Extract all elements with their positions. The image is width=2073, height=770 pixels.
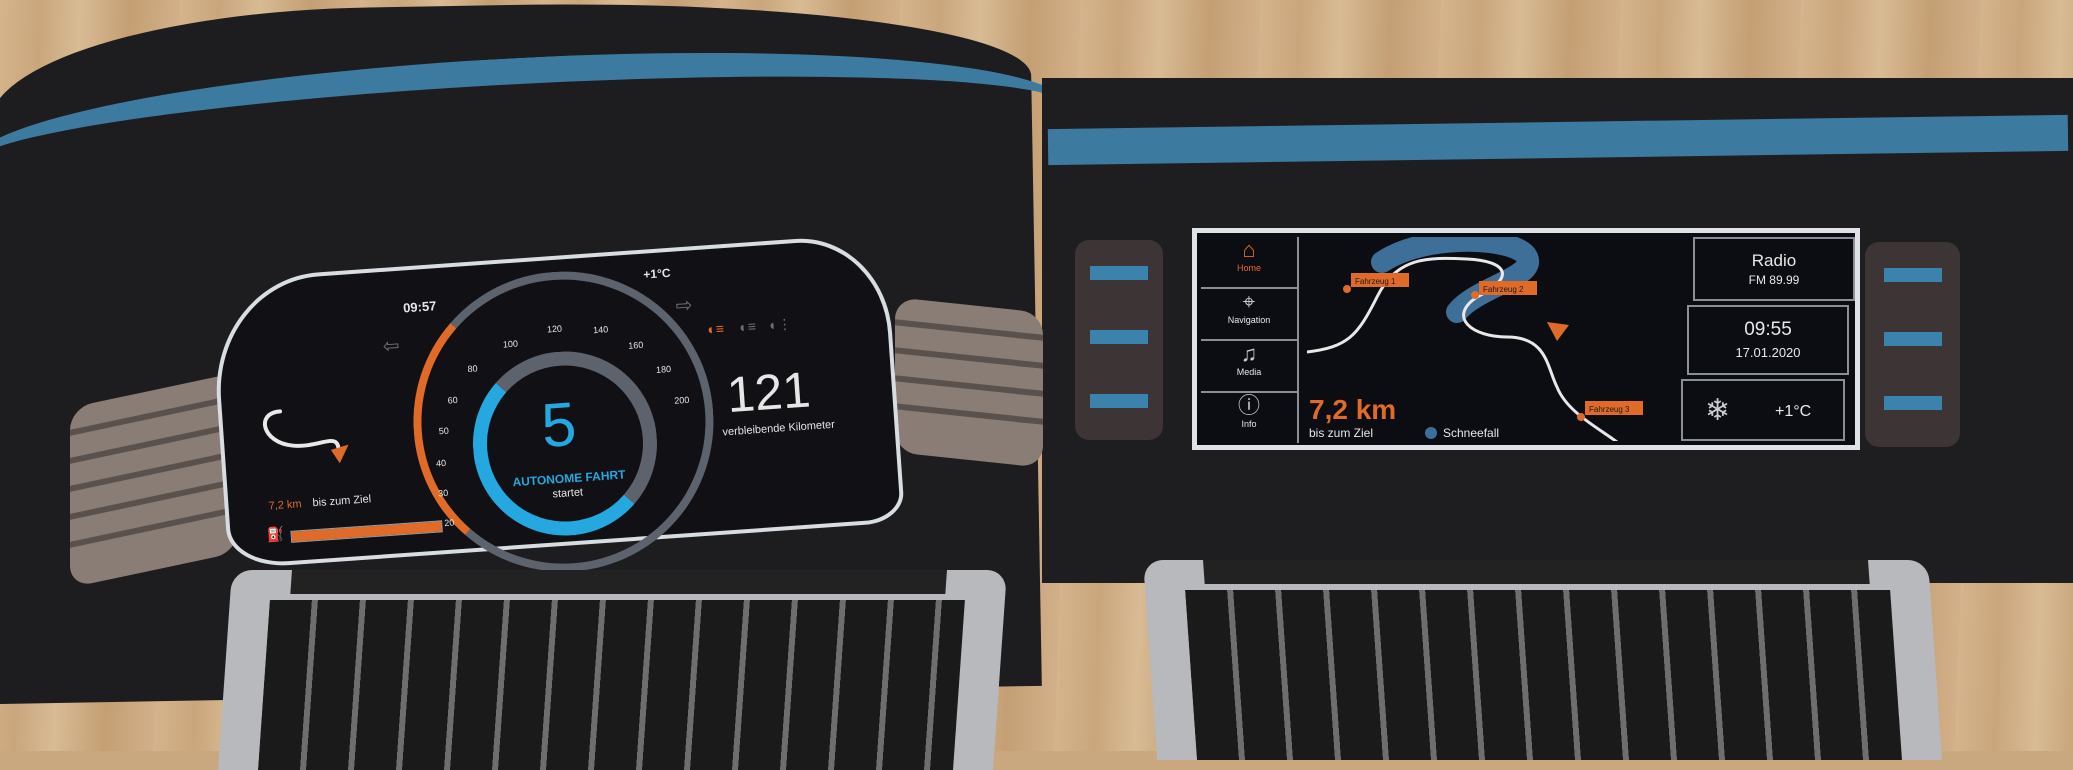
instrument-cluster-screen: 09:57 +1°C ⇦ ⇨ ◐≡ ◐≡ ◐⋮ 20 30 40 50 60 8…	[208, 232, 906, 582]
speed-tick: 40	[435, 457, 447, 469]
weather-legend-label: Schneefall	[1443, 426, 1499, 440]
laptop-hinge	[1203, 560, 1870, 584]
weather-panel: ❄ +1°C	[1681, 379, 1845, 441]
air-vent-left	[70, 372, 238, 588]
arrow-right-icon: ⇨	[674, 294, 694, 318]
nav-label: Media	[1236, 367, 1262, 377]
weather-legend-swatch	[1425, 427, 1437, 439]
radio-station: FM 89.99	[1748, 273, 1800, 287]
snowflake-icon: ❄	[1705, 394, 1731, 427]
side-button[interactable]	[1883, 332, 1942, 346]
nav-item-media[interactable]: ♫ Media	[1201, 341, 1297, 393]
speed-tick: 140	[592, 324, 609, 336]
clock-date: 17.01.2020	[1735, 345, 1801, 360]
range-value: 121	[725, 361, 813, 424]
speed-tick: 20	[443, 517, 455, 529]
radio-title: Radio	[1751, 251, 1797, 270]
laptop-keyboard	[1185, 590, 1902, 760]
speed-display: 5	[539, 389, 579, 462]
clock-panel: 09:55 17.01.2020	[1687, 305, 1849, 375]
headlight-icon: ◐≡	[706, 320, 725, 338]
air-vent-right	[895, 297, 1043, 468]
speed-tick: 100	[502, 338, 519, 350]
cluster-time: 09:57	[402, 298, 437, 316]
speed-tick: 120	[546, 323, 563, 335]
location-icon: ⌖	[1242, 289, 1256, 314]
laptop-left	[218, 570, 1007, 770]
clock-time: 09:55	[1744, 319, 1792, 340]
vehicle-label: Fahrzeug 3	[1589, 405, 1630, 414]
low-beam-icon: ◐≡	[738, 317, 757, 336]
side-button[interactable]	[1090, 394, 1148, 408]
speed-tick: 180	[655, 363, 672, 376]
speed-tick: 60	[447, 394, 459, 406]
laptop-keyboard	[258, 600, 965, 770]
nav-label: Home	[1236, 263, 1261, 273]
side-button-panel-right	[1865, 242, 1960, 447]
side-button[interactable]	[1090, 266, 1148, 280]
fuel-icon: ⛽	[266, 525, 285, 543]
map-distance-label: bis zum Ziel	[1309, 426, 1373, 440]
fuel-bar	[290, 520, 443, 543]
weather-temperature: +1°C	[1775, 403, 1812, 420]
cluster-distance-label: bis zum Ziel	[312, 493, 372, 510]
speed-tick: 80	[467, 363, 478, 375]
nav-item-home[interactable]: ⌂ Home	[1201, 237, 1297, 289]
vehicle-label: Fahrzeug 1	[1355, 277, 1396, 286]
side-button-panel-left	[1075, 240, 1163, 440]
cluster-distance-value: 7,2 km	[268, 498, 303, 513]
home-icon: ⌂	[1242, 237, 1256, 262]
navigation-map[interactable]: Fahrzeug 1 Fahrzeug 2 Fahrzeug 3 7,2 km …	[1307, 237, 1687, 441]
side-button[interactable]	[1883, 268, 1942, 282]
speed-tick: 50	[438, 425, 450, 437]
infotainment-nav: ⌂ Home ⌖ Navigation ♫ Media ⓘ Info	[1201, 237, 1299, 443]
nav-item-navigation[interactable]: ⌖ Navigation	[1201, 289, 1297, 341]
info-icon: ⓘ	[1237, 393, 1260, 418]
radio-panel[interactable]: Radio FM 89.99	[1693, 237, 1855, 301]
autonomous-status-sub: startet	[552, 486, 584, 501]
infotainment-screen: ⌂ Home ⌖ Navigation ♫ Media ⓘ Info Fahrz…	[1192, 228, 1860, 450]
vehicle-label: Fahrzeug 2	[1483, 285, 1524, 294]
nav-item-info[interactable]: ⓘ Info	[1201, 393, 1297, 443]
speed-tick: 200	[673, 394, 690, 406]
speed-tick: 160	[627, 339, 644, 351]
speed-tick: 30	[437, 487, 449, 499]
side-button[interactable]	[1883, 396, 1942, 410]
route-preview	[262, 409, 349, 464]
nav-label: Navigation	[1227, 315, 1271, 325]
laptop-hinge	[290, 570, 947, 594]
map-distance-value: 7,2 km	[1309, 394, 1396, 425]
laptop-right	[1143, 560, 1942, 760]
cluster-temperature: +1°C	[642, 265, 671, 282]
nav-label: Info	[1241, 419, 1257, 429]
music-icon: ♫	[1240, 341, 1258, 366]
side-button[interactable]	[1090, 330, 1148, 344]
fog-light-icon: ◐⋮	[768, 315, 793, 333]
arrow-left-icon: ⇦	[382, 334, 401, 358]
